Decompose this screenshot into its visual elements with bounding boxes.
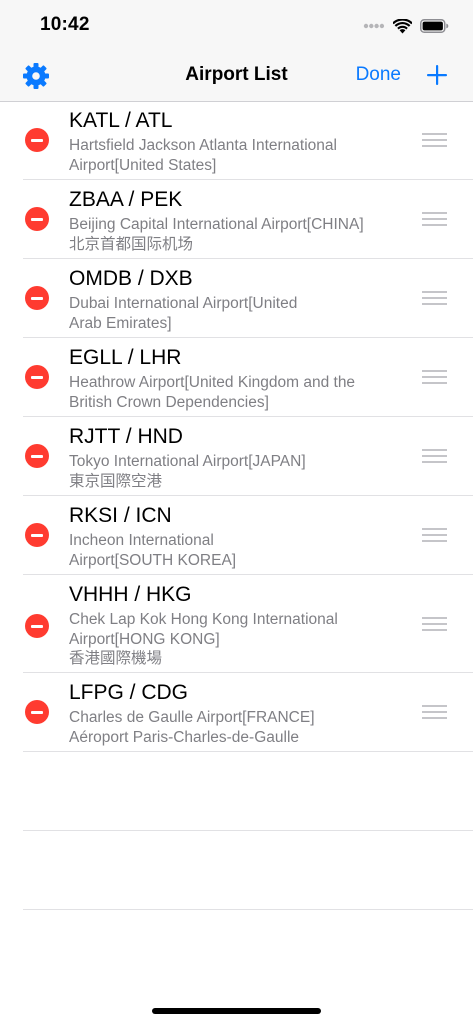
battery-icon — [420, 19, 449, 33]
airport-description-line: Tokyo International Airport[JAPAN] — [69, 453, 306, 470]
airport-description-line: Arab Emirates] — [69, 314, 172, 332]
reorder-handle-icon[interactable] — [422, 133, 447, 147]
list-item[interactable]: VHHH / HKG Chek Lap Kok Hong Kong Intern… — [0, 575, 473, 673]
minus-circle-icon[interactable] — [25, 523, 49, 547]
nav-bar: Airport List Done — [0, 52, 473, 102]
list-item[interactable]: LFPG / CDG Charles de Gaulle Airport[FRA… — [0, 673, 473, 752]
airport-description-line: Heathrow Airport[United Kingdom and the — [69, 374, 356, 391]
airport-description-line: Incheon International — [69, 532, 214, 549]
airport-description: Charles de Gaulle Airport[FRANCE] Aéropo… — [69, 708, 399, 747]
airport-description: Dubai International Airport[United Arab … — [69, 294, 399, 333]
minus-circle-icon[interactable] — [25, 207, 49, 231]
list-item[interactable]: RKSI / ICN Incheon International Airport… — [0, 496, 473, 575]
reorder-handle-icon[interactable] — [422, 291, 447, 305]
airport-description-line: 東京国際空港 — [69, 472, 163, 490]
status-bar: 10:42 — [0, 0, 473, 52]
airport-description-line: Hartsfield Jackson Atlanta International — [69, 137, 337, 154]
airport-list: KATL / ATL Hartsfield Jackson Atlanta In… — [0, 101, 473, 910]
airport-code: OMDB / DXB — [69, 267, 193, 290]
status-icons — [363, 16, 449, 36]
minus-circle-icon[interactable] — [25, 365, 49, 389]
reorder-handle-icon[interactable] — [422, 705, 447, 719]
airport-description: Incheon International Airport[SOUTH KORE… — [69, 531, 399, 570]
airport-description-line: Charles de Gaulle Airport[FRANCE] — [69, 709, 315, 726]
airport-description-line: Airport[SOUTH KOREA] — [69, 551, 237, 569]
airport-description: Chek Lap Kok Hong Kong International Air… — [69, 610, 399, 669]
airport-description-line: Chek Lap Kok Hong Kong International — [69, 611, 338, 628]
airport-description-line: Aéroport Paris-Charles-de-Gaulle — [69, 728, 300, 746]
airport-code: VHHH / HKG — [69, 583, 192, 606]
empty-row — [0, 752, 473, 831]
airport-description-line: Beijing Capital International Airport[CH… — [69, 216, 364, 233]
list-item[interactable]: KATL / ATL Hartsfield Jackson Atlanta In… — [0, 101, 473, 180]
airport-code: RKSI / ICN — [69, 504, 172, 527]
list-item[interactable]: EGLL / LHR Heathrow Airport[United Kingd… — [0, 338, 473, 417]
airport-description-line: 北京首都国际机场 — [69, 235, 194, 253]
minus-circle-icon[interactable] — [25, 286, 49, 310]
airport-description-line: Dubai International Airport[United — [69, 295, 298, 312]
reorder-handle-icon[interactable] — [422, 212, 447, 226]
airport-code: LFPG / CDG — [69, 681, 189, 704]
reorder-handle-icon[interactable] — [422, 370, 447, 384]
reorder-handle-icon[interactable] — [422, 617, 447, 631]
minus-circle-icon[interactable] — [25, 614, 49, 638]
page-title: Airport List — [185, 64, 288, 85]
list-item[interactable]: RJTT / HND Tokyo International Airport[J… — [0, 417, 473, 496]
airport-code: ZBAA / PEK — [69, 188, 183, 211]
airport-description: Beijing Capital International Airport[CH… — [69, 215, 399, 254]
airport-description: Heathrow Airport[United Kingdom and the … — [69, 373, 399, 412]
airport-code: EGLL / LHR — [69, 346, 182, 369]
airport-code: RJTT / HND — [69, 425, 183, 448]
airport-description-line: 香港國際機場 — [69, 650, 163, 667]
minus-circle-icon[interactable] — [25, 444, 49, 468]
home-indicator[interactable] — [152, 1008, 321, 1014]
airport-code: KATL / ATL — [69, 109, 173, 132]
airport-description-line: British Crown Dependencies] — [69, 393, 269, 411]
minus-circle-icon[interactable] — [25, 700, 49, 724]
airport-description: Hartsfield Jackson Atlanta International… — [69, 136, 399, 175]
plus-icon[interactable] — [425, 63, 449, 87]
list-item[interactable]: ZBAA / PEK Beijing Capital International… — [0, 180, 473, 259]
minus-circle-icon[interactable] — [25, 128, 49, 152]
airport-description: Tokyo International Airport[JAPAN] 東京国際空… — [69, 452, 399, 491]
empty-row — [0, 831, 473, 910]
airport-description-line: Airport[HONG KONG] — [69, 630, 220, 648]
airport-description-line: Airport[United States] — [69, 156, 217, 174]
done-button[interactable]: Done — [356, 64, 401, 86]
cellular-dots-icon — [363, 23, 385, 29]
list-item[interactable]: OMDB / DXB Dubai International Airport[U… — [0, 259, 473, 338]
reorder-handle-icon[interactable] — [422, 528, 447, 542]
status-time: 10:42 — [40, 14, 90, 35]
wifi-icon — [393, 18, 412, 33]
reorder-handle-icon[interactable] — [422, 449, 447, 463]
